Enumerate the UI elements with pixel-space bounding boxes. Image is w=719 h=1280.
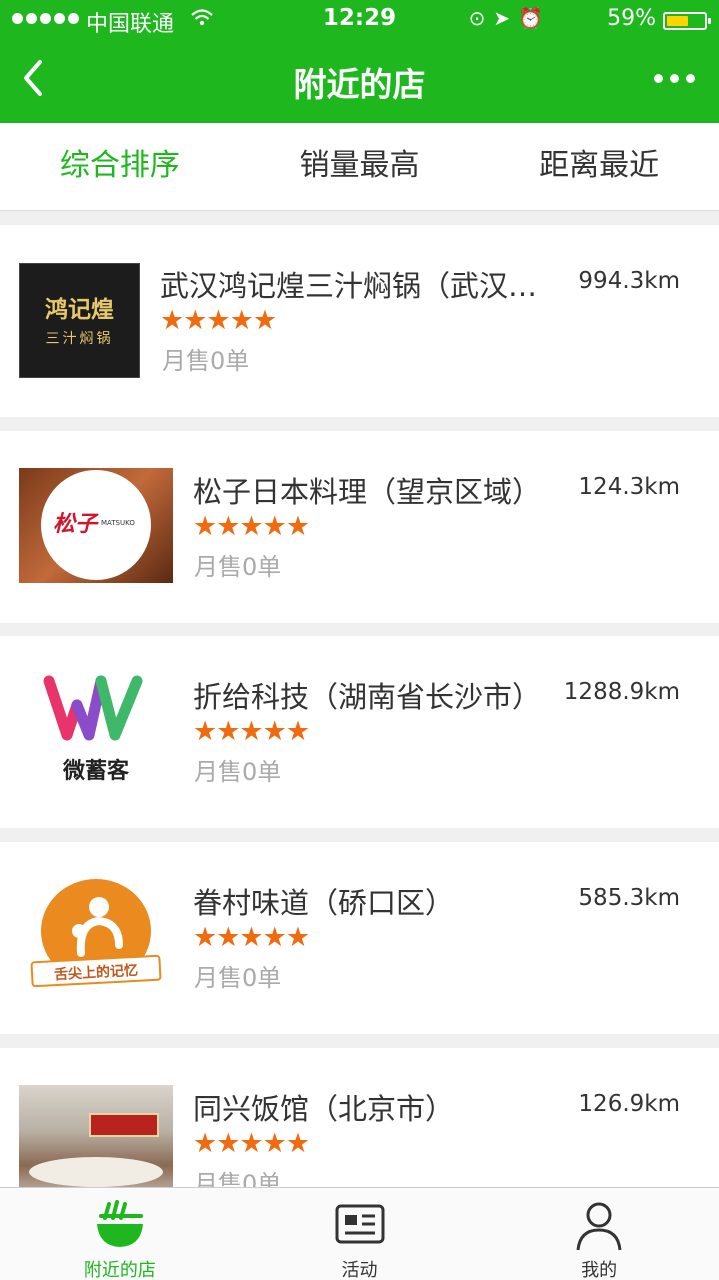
news-icon — [335, 1204, 384, 1244]
tab-nearest[interactable]: 距离最近 — [479, 123, 719, 210]
shop-logo: 微蓄客 — [19, 673, 173, 788]
monthly-sales: 月售0单 — [194, 964, 282, 992]
more-button[interactable] — [654, 74, 695, 83]
shop-distance: 126.9km — [578, 1091, 680, 1117]
rotation-lock-icon: ⊙ — [468, 6, 494, 30]
nav-bar: 附近的店 — [0, 40, 719, 123]
shop-distance: 1288.9km — [563, 679, 680, 705]
shop-list: 鸿记煌 三汁焖锅 武汉鸿记煌三汁焖锅（武汉… 994.3km ★★★★★ 月售0… — [0, 211, 719, 1187]
noodle-bowl-icon — [96, 1200, 143, 1247]
shop-name: 武汉鸿记煌三汁焖锅（武汉… — [160, 269, 538, 303]
rating-stars: ★★★★★ — [193, 922, 310, 953]
tab-label: 我的 — [581, 1260, 618, 1280]
tab-me[interactable]: 我的 — [479, 1188, 719, 1280]
tab-composite-sort[interactable]: 综合排序 — [0, 123, 240, 210]
battery-percent: 59% — [607, 6, 656, 31]
user-icon — [576, 1202, 622, 1251]
list-item[interactable]: 同兴饭馆（北京市） 126.9km ★★★★★ 月售0单 — [0, 1048, 719, 1187]
tab-nearby-shops[interactable]: 附近的店 — [0, 1188, 240, 1280]
shop-name: 折给科技（湖南省长沙市） — [193, 680, 542, 714]
rating-stars: ★★★★★ — [193, 511, 310, 542]
shop-distance: 994.3km — [578, 268, 680, 294]
more-dots-icon — [654, 74, 663, 83]
list-item[interactable]: 微蓄客 折给科技（湖南省长沙市） 1288.9km ★★★★★ 月售0单 — [0, 636, 719, 828]
page-title: 附近的店 — [293, 65, 426, 104]
shop-name: 同兴饭馆（北京市） — [193, 1092, 455, 1126]
monthly-sales: 月售0单 — [194, 553, 282, 581]
rating-stars: ★★★★★ — [193, 716, 310, 747]
shop-name: 眷村味道（硚口区） — [193, 886, 455, 920]
sort-tabs: 综合排序 销量最高 距离最近 — [0, 123, 719, 211]
monthly-sales: 月售0单 — [194, 1170, 282, 1187]
bottom-tab-bar: 附近的店 活动 我的 — [0, 1187, 719, 1280]
monthly-sales: 月售0单 — [194, 758, 282, 786]
shop-logo: 鸿记煌 三汁焖锅 — [19, 263, 140, 378]
shop-distance: 585.3km — [578, 885, 680, 911]
top-bar: 中国联通 12:29 ⊙➤⏰ 59% 附近的店 — [0, 0, 719, 123]
rating-stars: ★★★★★ — [160, 305, 277, 336]
tab-label: 活动 — [341, 1260, 378, 1280]
tab-label: 附近的店 — [83, 1260, 156, 1280]
tab-activities[interactable]: 活动 — [240, 1188, 480, 1280]
shop-name: 松子日本料理（望京区域） — [193, 475, 542, 509]
monthly-sales: 月售0单 — [162, 347, 250, 375]
shop-logo: 松子 MATSUKO — [19, 468, 173, 583]
battery-icon — [663, 12, 711, 30]
shop-logo: 舌尖上的记忆 — [19, 879, 173, 994]
shop-distance: 124.3km — [578, 474, 680, 500]
list-item[interactable]: 松子 MATSUKO 松子日本料理（望京区域） 124.3km ★★★★★ 月售… — [0, 431, 719, 623]
status-icons: ⊙➤⏰ — [469, 6, 551, 30]
location-icon: ➤ — [493, 6, 519, 30]
rating-stars: ★★★★★ — [193, 1128, 310, 1159]
list-item[interactable]: 舌尖上的记忆 眷村味道（硚口区） 585.3km ★★★★★ 月售0单 — [0, 842, 719, 1034]
list-item[interactable]: 鸿记煌 三汁焖锅 武汉鸿记煌三汁焖锅（武汉… 994.3km ★★★★★ 月售0… — [0, 225, 719, 417]
status-bar: 中国联通 12:29 ⊙➤⏰ 59% — [0, 0, 719, 40]
shop-photo — [19, 1085, 173, 1187]
tab-top-sales[interactable]: 销量最高 — [240, 123, 480, 210]
alarm-icon: ⏰ — [518, 6, 551, 30]
